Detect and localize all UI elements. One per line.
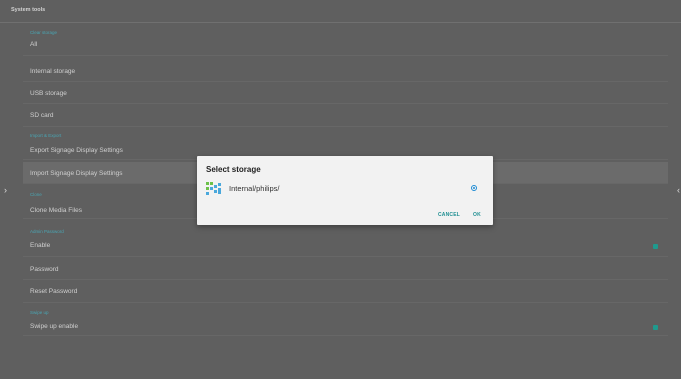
row-password[interactable]: Password xyxy=(23,259,668,280)
row-label: Export Signage Display Settings xyxy=(30,147,123,154)
section-admin-password: Admin Password xyxy=(30,229,64,234)
section-clear-storage: Clear storage xyxy=(30,30,58,35)
row-sd-card[interactable]: SD card xyxy=(23,105,668,127)
row-swipe-up-enable[interactable]: Swipe up enable xyxy=(23,316,668,336)
row-label: Internal storage xyxy=(30,68,76,75)
row-usb-storage[interactable]: USB storage xyxy=(23,83,668,104)
storage-option-internal[interactable]: Internal/philips/ xyxy=(197,181,493,195)
section-import-export: Import & Export xyxy=(30,133,62,138)
ok-button[interactable]: OK xyxy=(473,212,481,218)
storage-radio-button[interactable] xyxy=(471,185,477,191)
row-enable[interactable]: Enable xyxy=(23,236,668,257)
row-label: All xyxy=(30,41,38,48)
row-label: Import Signage Display Settings xyxy=(30,170,123,177)
row-label: Reset Password xyxy=(30,288,78,295)
row-all[interactable]: All xyxy=(23,36,668,56)
row-label: SD card xyxy=(30,112,54,119)
row-label: Clone Media Files xyxy=(30,207,83,214)
section-swipe-up: Swipe up xyxy=(30,310,49,315)
row-label: Password xyxy=(30,266,59,273)
nav-arrow-left-icon[interactable]: › xyxy=(4,185,7,195)
header-bar: System tools xyxy=(0,0,681,23)
storage-option-label: Internal/philips/ xyxy=(229,184,280,193)
swipe-up-checkbox[interactable] xyxy=(653,325,658,330)
nav-arrow-right-icon[interactable]: ‹ xyxy=(677,185,680,195)
storage-icon xyxy=(206,182,221,195)
cancel-button[interactable]: CANCEL xyxy=(438,212,460,218)
row-label: USB storage xyxy=(30,90,67,97)
enable-checkbox[interactable] xyxy=(653,244,658,249)
row-label: Swipe up enable xyxy=(30,323,79,330)
row-internal-storage[interactable]: Internal storage xyxy=(23,61,668,82)
dialog-title: Select storage xyxy=(206,165,261,174)
section-clone: Clone xyxy=(30,192,42,197)
row-label: Enable xyxy=(30,242,51,249)
select-storage-dialog: Select storage Internal/philips/ CANCEL … xyxy=(197,156,493,225)
row-reset-password[interactable]: Reset Password xyxy=(23,281,668,303)
page-title: System tools xyxy=(11,7,46,13)
